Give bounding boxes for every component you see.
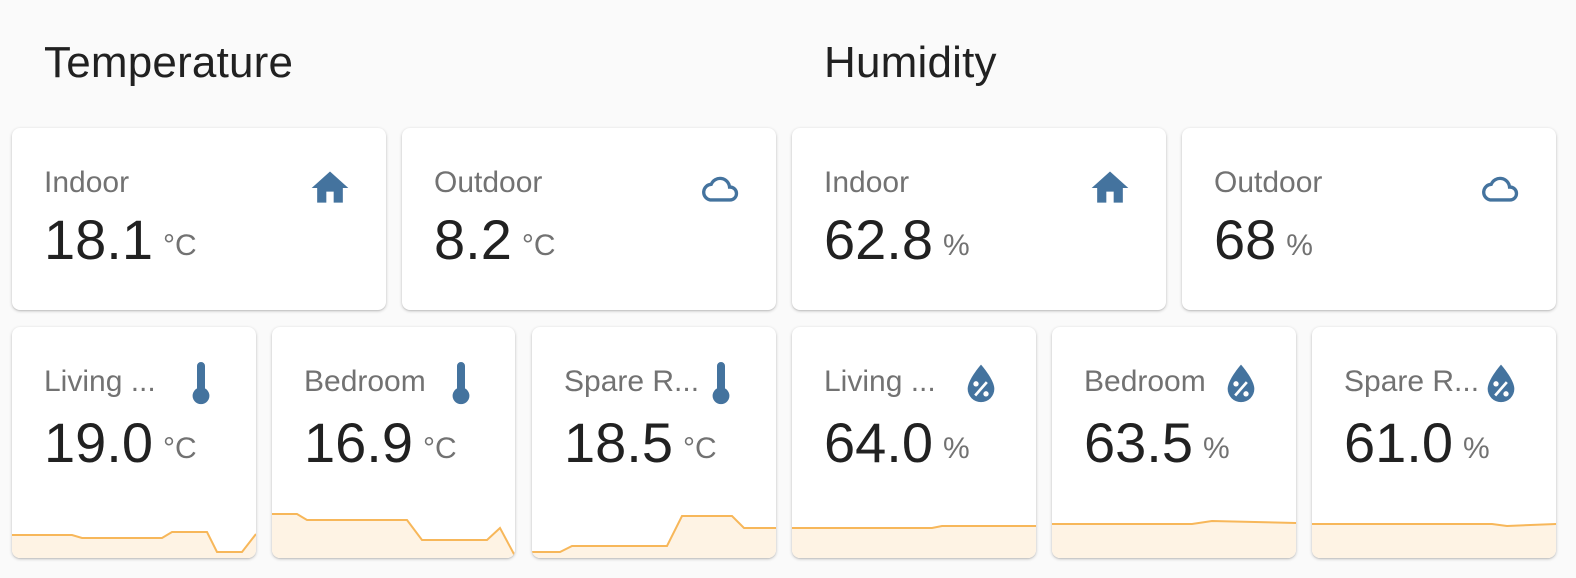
humidity-spare-room-sparkline [1312,494,1556,558]
home-icon [308,166,352,210]
temperature-living-room-card[interactable]: Living ... 19.0 °C [12,327,256,558]
thermometer-icon [446,361,476,409]
sensor-name: Living ... [824,365,936,398]
temperature-spare-room-sparkline [532,494,776,558]
sensor-unit: % [1203,432,1230,465]
temperature-section-title: Temperature [44,38,294,87]
sensor-value: 61.0% [1344,411,1490,474]
sensor-value: 16.9 °C [304,411,457,474]
cloud-icon [1476,166,1524,210]
sensor-name: Bedroom [1084,365,1206,398]
humidity-section-title: Humidity [824,38,997,87]
sensor-unit: °C [521,229,556,262]
temperature-living-room-sparkline [12,494,256,558]
thermometer-icon [186,361,216,409]
sensor-name: Outdoor [434,166,543,199]
sensor-name: Outdoor [1214,166,1323,199]
sensor-name: Bedroom [304,365,426,398]
sensor-value: 63.5% [1084,411,1230,474]
humidity-bedroom-card[interactable]: Bedroom 63.5% [1052,327,1296,558]
water-percent-icon [1224,363,1258,403]
sensor-unit: % [1463,432,1490,465]
sensor-unit: °C [163,229,197,262]
sensor-unit: °C [423,432,457,465]
sensor-value: 18.1 °C [44,208,197,271]
temperature-outdoor-card[interactable]: Outdoor 8.2 °C [402,128,776,310]
sensor-value: 62.8% [824,208,970,271]
temperature-bedroom-card[interactable]: Bedroom 16.9 °C [272,327,515,558]
thermometer-icon [706,361,736,409]
sensor-value: 64.0% [824,411,970,474]
sensor-name: Indoor [824,166,910,199]
temperature-indoor-card[interactable]: Indoor 18.1 °C [12,128,386,310]
sensor-name: Spare R... [1344,365,1480,398]
sensor-value: 8.2 °C [434,208,556,271]
water-percent-icon [1484,363,1518,403]
sensor-value: 19.0 °C [44,411,197,474]
humidity-outdoor-card[interactable]: Outdoor 68% [1182,128,1556,310]
sensor-name: Living ... [44,365,156,398]
sensor-unit: °C [683,432,717,465]
humidity-living-room-sparkline [792,494,1036,558]
sensor-unit: % [1286,229,1313,262]
water-percent-icon [964,363,998,403]
humidity-indoor-card[interactable]: Indoor 62.8% [792,128,1166,310]
sensor-unit: % [943,229,970,262]
sensor-value: 68% [1214,208,1313,271]
sensor-unit: % [943,432,970,465]
sensor-unit: °C [163,432,197,465]
humidity-living-room-card[interactable]: Living ... 64.0% [792,327,1036,558]
sensor-name: Spare R... [564,365,700,398]
temperature-spare-room-card[interactable]: Spare R... 18.5 °C [532,327,776,558]
temperature-bedroom-sparkline [272,494,515,558]
home-icon [1088,166,1132,210]
humidity-bedroom-sparkline [1052,494,1296,558]
sensor-name: Indoor [44,166,130,199]
sensor-value: 18.5 °C [564,411,717,474]
cloud-icon [696,166,744,210]
humidity-spare-room-card[interactable]: Spare R... 61.0% [1312,327,1556,558]
